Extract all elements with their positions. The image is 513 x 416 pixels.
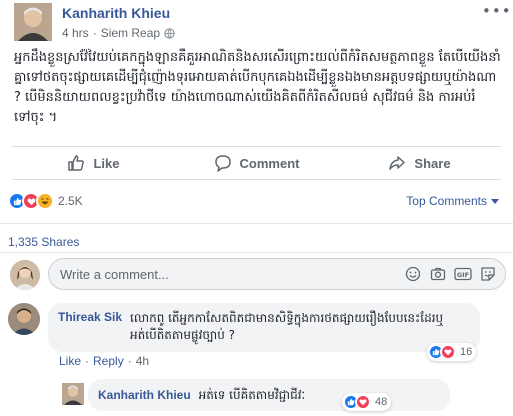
camera-icon[interactable] <box>429 265 447 283</box>
post-location[interactable]: Siem Reap <box>101 26 160 40</box>
globe-icon <box>164 27 175 39</box>
post-time[interactable]: 4 hrs <box>62 26 89 40</box>
comment-bubble: Thireak Sik លោកពូ តើអ្នកកាសែតពិតជាមានសិទ… <box>48 303 480 352</box>
gif-icon[interactable]: GIF <box>454 265 472 283</box>
post-text: អ្នកដឹងខ្លួនស្រវ៉ែវៃយប់គេកក្នុងឡានគឺគួរអ… <box>14 50 501 125</box>
commenter-avatar[interactable] <box>8 303 40 335</box>
comment-label: Comment <box>239 155 300 171</box>
comment-time[interactable]: 4h <box>136 354 149 368</box>
share-button[interactable]: Share <box>338 147 501 179</box>
comment-reaction-count: 16 <box>460 346 473 358</box>
reactions-row: 2.5K Top Comments <box>8 192 505 214</box>
love-reaction-icon <box>440 344 456 360</box>
love-reaction-icon <box>355 394 371 410</box>
top-comments-label: Top Comments <box>406 194 487 208</box>
reply-reactions[interactable]: 48 <box>342 393 392 411</box>
comment-input[interactable]: Write a comment... GIF <box>48 258 506 290</box>
caret-down-icon <box>491 198 499 204</box>
comment-reply-link[interactable]: Reply <box>93 354 124 368</box>
like-button[interactable]: Like <box>12 147 175 179</box>
comment-button[interactable]: Comment <box>175 147 338 179</box>
svg-text:GIF: GIF <box>457 271 469 279</box>
shares-count[interactable]: 1,335 Shares <box>8 235 79 249</box>
sticker-icon[interactable] <box>479 265 497 283</box>
thumbs-up-icon <box>68 155 85 171</box>
haha-reaction-icon <box>36 192 54 210</box>
reply-author[interactable]: Kanharith Khieu <box>98 388 191 402</box>
reply-item: Kanharith Khieu អត់ទេ បើគិតតាមវិជ្ជាជីវៈ… <box>62 379 505 413</box>
composer-icons: GIF <box>397 265 497 283</box>
like-label: Like <box>93 155 120 171</box>
reply-text: អត់ទេ បើគិតតាមវិជ្ជាជីវៈ <box>198 387 306 402</box>
reply-bubble: Kanharith Khieu អត់ទេ បើគិតតាមវិជ្ជាជីវៈ <box>88 379 450 411</box>
separator: · <box>85 354 90 368</box>
top-comments-dropdown[interactable]: Top Comments <box>406 194 499 208</box>
post-header: Kanharith Khieu 4 hrs · Siem Reap ••• <box>0 0 513 44</box>
comment-composer: Write a comment... GIF <box>10 258 506 292</box>
comment-actions: Like · Reply · 4h <box>59 354 149 368</box>
divider <box>0 252 513 253</box>
current-user-avatar[interactable] <box>10 260 40 290</box>
comment-icon <box>214 155 231 172</box>
comment-author[interactable]: Thireak Sik <box>58 310 122 344</box>
comment-text: លោកពូ តើអ្នកកាសែតពិតជាមានសិទ្ធិក្នុងការថ… <box>130 311 444 342</box>
comment-placeholder: Write a comment... <box>60 267 169 282</box>
more-options-icon[interactable]: ••• <box>482 4 511 22</box>
reply-author-avatar[interactable] <box>62 383 84 405</box>
share-label: Share <box>414 155 451 171</box>
author-name[interactable]: Kanharith Khieu <box>62 5 170 21</box>
comment-reactions[interactable]: 16 <box>427 343 477 361</box>
comment-item: Thireak Sik លោកពូ តើអ្នកកាសែតពិតជាមានសិទ… <box>8 303 505 373</box>
reaction-summary[interactable]: 2.5K <box>8 192 83 210</box>
post-meta: 4 hrs · Siem Reap <box>62 26 175 40</box>
divider <box>0 223 513 224</box>
action-bar: Like Comment Share <box>12 146 501 180</box>
share-icon <box>389 156 406 170</box>
emoji-icon[interactable] <box>404 265 422 283</box>
meta-separator: · <box>92 26 97 40</box>
reply-reaction-count: 48 <box>375 396 388 408</box>
separator: · <box>127 354 132 368</box>
comment-like-link[interactable]: Like <box>59 354 81 368</box>
reaction-count: 2.5K <box>58 194 83 208</box>
author-avatar[interactable] <box>14 3 52 41</box>
